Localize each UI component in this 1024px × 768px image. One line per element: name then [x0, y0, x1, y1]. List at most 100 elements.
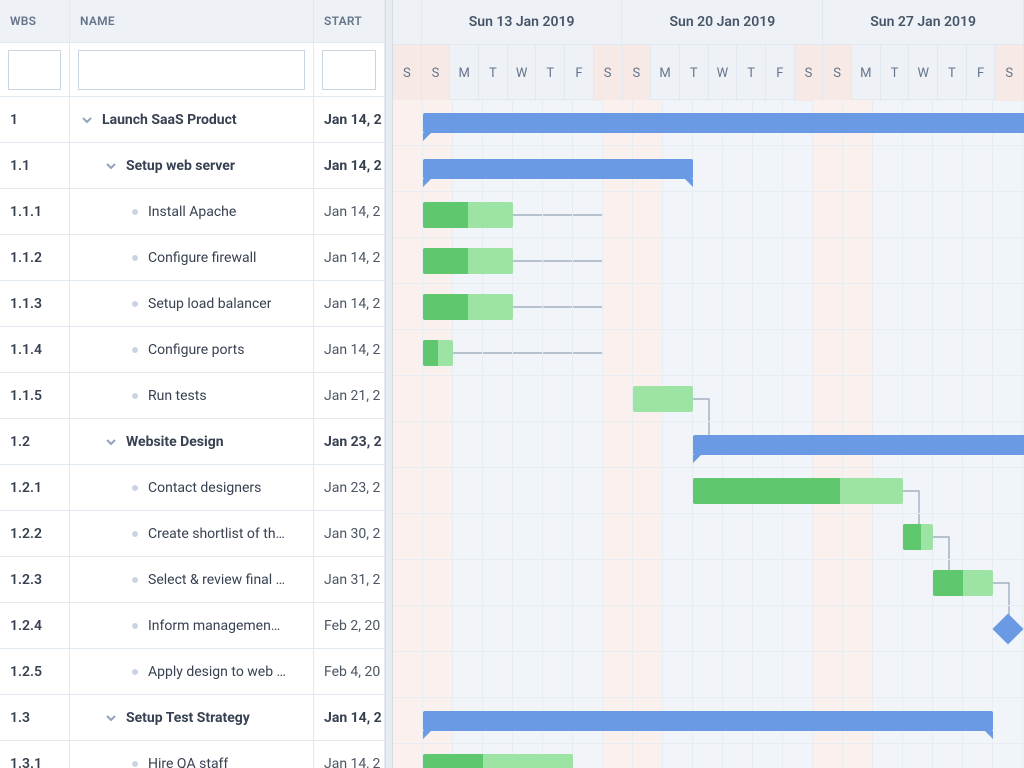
bullet-icon	[132, 623, 138, 629]
gantt-progress	[423, 248, 468, 274]
name-cell: Select & review final …	[70, 557, 314, 602]
wbs-cell: 1.2.1	[0, 465, 70, 510]
bullet-icon	[132, 393, 138, 399]
gantt-task-bar[interactable]	[423, 294, 513, 320]
day-label: S	[795, 45, 824, 101]
table-row[interactable]: 1.2.2Create shortlist of th…Jan 30, 2	[0, 511, 384, 557]
task-name-label: Select & review final …	[148, 572, 285, 588]
day-label: S	[823, 45, 852, 101]
start-cell: Jan 14, 2	[314, 235, 384, 280]
table-row[interactable]: 1.1.3Setup load balancerJan 14, 2	[0, 281, 384, 327]
start-cell: Jan 14, 2	[314, 143, 384, 188]
task-name-label: Inform managemen…	[148, 618, 280, 634]
table-row[interactable]: 1.1.2 Configure firewall Jan 14, 2	[0, 235, 384, 281]
wbs-cell: 1.2	[0, 419, 70, 464]
task-name-label: Setup web server	[126, 158, 235, 174]
gantt-task-bar[interactable]	[933, 570, 993, 596]
gantt-task-bar[interactable]	[633, 386, 693, 412]
name-cell: Setup Test Strategy	[70, 695, 314, 740]
col-header-name[interactable]: NAME	[70, 0, 314, 42]
name-cell: Configure ports	[70, 327, 314, 372]
task-name-label: Configure firewall	[148, 250, 256, 266]
gantt-progress	[423, 294, 468, 320]
week-label: Sun 27 Jan 2019	[823, 0, 1024, 44]
day-label: T	[737, 45, 766, 101]
bullet-icon	[132, 209, 138, 215]
table-row[interactable]: 1.2.3 Select & review final … Jan 31, 2	[0, 557, 384, 603]
name-cell: Configure firewall	[70, 235, 314, 280]
table-row[interactable]: 1.1.4Configure portsJan 14, 2	[0, 327, 384, 373]
name-cell: Create shortlist of th…	[70, 511, 314, 556]
col-header-wbs[interactable]: WBS	[0, 0, 70, 42]
table-row[interactable]: 1.2.1Contact designersJan 23, 2	[0, 465, 384, 511]
gantt-summary-bar[interactable]	[423, 113, 1024, 133]
table-row[interactable]: 1.3Setup Test StrategyJan 14, 2	[0, 695, 384, 741]
gantt-task-bar[interactable]	[423, 202, 513, 228]
chevron-down-icon[interactable]	[104, 711, 118, 725]
filter-name-input[interactable]	[78, 50, 305, 90]
wbs-cell: 1.3.1	[0, 741, 70, 768]
chevron-down-icon[interactable]	[80, 113, 94, 127]
bullet-icon	[132, 301, 138, 307]
gantt-progress	[423, 340, 438, 366]
day-label: F	[766, 45, 795, 101]
table-row[interactable]: 1.2.5Apply design to web …Feb 4, 20	[0, 649, 384, 695]
table-row[interactable]: 1.1.5Run testsJan 21, 2	[0, 373, 384, 419]
name-cell: Install Apache	[70, 189, 314, 234]
name-cell: Inform managemen…	[70, 603, 314, 648]
day-label: F	[565, 45, 594, 101]
pane-splitter[interactable]	[385, 0, 393, 768]
day-label: S	[995, 45, 1024, 101]
name-cell: Apply design to web …	[70, 649, 314, 694]
start-cell: Feb 4, 20	[314, 649, 384, 694]
day-label: M	[651, 45, 680, 101]
table-row[interactable]: 1.1Setup web serverJan 14, 2	[0, 143, 384, 189]
gantt-task-bar[interactable]	[423, 754, 573, 768]
start-cell: Jan 31, 2	[314, 557, 384, 602]
task-name-label: Configure ports	[148, 342, 244, 358]
day-label: W	[709, 45, 738, 101]
gantt-chart[interactable]: Sun 13 Jan 2019Sun 20 Jan 2019Sun 27 Jan…	[393, 0, 1024, 768]
wbs-cell: 1.1.2	[0, 235, 70, 280]
filter-wbs-input[interactable]	[8, 50, 61, 90]
row-guide	[393, 376, 1024, 422]
gantt-task-bar[interactable]	[423, 248, 513, 274]
wbs-cell: 1.1.5	[0, 373, 70, 418]
wbs-cell: 1.3	[0, 695, 70, 740]
filter-row	[0, 43, 384, 97]
day-label: S	[623, 45, 652, 101]
filter-start-input[interactable]	[322, 50, 376, 90]
start-cell: Jan 30, 2	[314, 511, 384, 556]
day-label: T	[881, 45, 910, 101]
day-label: F	[967, 45, 996, 101]
day-label: T	[479, 45, 508, 101]
table-row[interactable]: 1.1.1Install ApacheJan 14, 2	[0, 189, 384, 235]
bullet-icon	[132, 255, 138, 261]
gantt-summary-bar[interactable]	[423, 159, 693, 179]
start-cell: Jan 23, 2	[314, 465, 384, 510]
table-row[interactable]: 1Launch SaaS ProductJan 14, 2	[0, 97, 384, 143]
start-cell: Jan 14, 2	[314, 327, 384, 372]
name-cell: Contact designers	[70, 465, 314, 510]
gantt-progress	[933, 570, 963, 596]
gantt-task-bar[interactable]	[693, 478, 903, 504]
gantt-task-bar[interactable]	[903, 524, 933, 550]
start-cell: Jan 14, 2	[314, 97, 384, 142]
day-label: T	[938, 45, 967, 101]
day-label: S	[393, 45, 422, 101]
wbs-cell: 1.2.3	[0, 557, 70, 602]
row-guide	[393, 606, 1024, 652]
gantt-summary-bar[interactable]	[423, 711, 993, 731]
name-cell: Hire QA staff	[70, 741, 314, 768]
task-name-label: Launch SaaS Product	[102, 112, 237, 128]
table-row[interactable]: 1.2Website DesignJan 23, 2	[0, 419, 384, 465]
table-row[interactable]: 1.2.4Inform managemen…Feb 2, 20	[0, 603, 384, 649]
gantt-summary-bar[interactable]	[693, 435, 1024, 455]
gantt-task-bar[interactable]	[423, 340, 453, 366]
table-row[interactable]: 1.3.1Hire QA staffJan 14, 2	[0, 741, 384, 768]
col-header-start[interactable]: START	[314, 0, 384, 42]
wbs-cell: 1.1.1	[0, 189, 70, 234]
chevron-down-icon[interactable]	[104, 435, 118, 449]
chevron-down-icon[interactable]	[104, 159, 118, 173]
task-name-label: Run tests	[148, 388, 207, 404]
